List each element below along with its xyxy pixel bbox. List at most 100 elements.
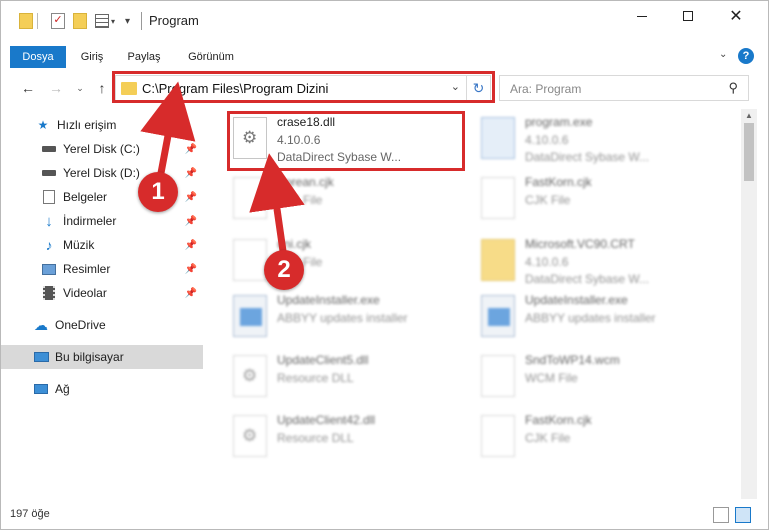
tiles-view-icon[interactable] <box>735 507 751 523</box>
close-button[interactable]: ✕ <box>713 1 759 31</box>
file-name: FastKorn.cjk <box>525 175 592 189</box>
properties-icon[interactable]: ✓ <box>51 12 65 30</box>
back-arrow-icon[interactable]: ← <box>19 79 37 97</box>
pin-icon[interactable]: 📌 <box>185 192 197 203</box>
tab-dosya[interactable]: Dosya <box>10 46 66 68</box>
cloud-icon: ☁ <box>34 316 48 333</box>
pin-icon[interactable]: 📌 <box>185 144 197 155</box>
expand-ribbon-icon[interactable]: ⌄ <box>719 49 727 60</box>
computer-icon <box>33 349 49 365</box>
folder-icon[interactable] <box>19 12 33 30</box>
pictures-icon <box>41 261 57 277</box>
exe-file-icon <box>481 117 515 159</box>
sidebar-item-label: Bu bilgisayar <box>55 350 124 364</box>
video-icon <box>41 285 57 301</box>
file-tile-vc90-crt[interactable]: Microsoft.VC90.CRT 4.10.0.6 DataDirect S… <box>477 233 717 293</box>
details-view-icon[interactable] <box>713 507 729 523</box>
star-icon: ★ <box>37 118 49 132</box>
minimize-button[interactable] <box>619 1 665 31</box>
file-name: UpdateInstaller.exe <box>525 293 628 307</box>
file-tile-fastkorn-cjk-2[interactable]: FastKorn.cjk CJK File <box>477 409 717 469</box>
file-icon <box>481 355 515 397</box>
sidebar-item-label: Belgeler <box>63 190 108 204</box>
file-name: uni.cjk <box>277 237 312 251</box>
sidebar-item-this-pc[interactable]: Bu bilgisayar <box>1 345 203 369</box>
file-name: program.exe <box>525 115 593 129</box>
customize-toolbar-icon[interactable]: ▾ <box>125 12 130 30</box>
file-tile-sndtowp14[interactable]: SndToWP14.wcm WCM File <box>477 349 717 409</box>
pin-icon[interactable]: 📌 <box>185 264 197 275</box>
sidebar-item-network[interactable]: Ağ <box>1 377 203 401</box>
installer-file-icon <box>233 295 267 337</box>
recent-locations-icon[interactable]: ⌄ <box>71 79 89 97</box>
pin-icon[interactable]: 📌 <box>185 216 197 227</box>
title-bar: ✓ ▾ ▾ Program ✕ <box>1 1 768 39</box>
file-tile-program-exe[interactable]: program.exe 4.10.0.6 DataDirect Sybase W… <box>477 111 717 171</box>
sidebar-item-music[interactable]: ♪ Müzik 📌 <box>1 233 203 257</box>
navigation-pane: ★ Hızlı erişim Yerel Disk (C:) 📌 Yerel D… <box>1 109 203 499</box>
manifest-file-icon <box>481 239 515 281</box>
explorer-window: ✓ ▾ ▾ Program ✕ Dosya Giriş Paylaş Görün… <box>0 0 769 530</box>
file-tile-updateclient42[interactable]: UpdateClient42.dll Resource DLL <box>229 409 469 469</box>
pin-icon[interactable]: 📌 <box>185 288 197 299</box>
file-tile-updateclient5[interactable]: UpdateClient5.dll Resource DLL <box>229 349 469 409</box>
close-icon: ✕ <box>729 8 743 25</box>
minimize-icon <box>637 15 647 17</box>
file-description: CJK File <box>277 193 323 207</box>
sidebar-item-onedrive[interactable]: ☁ OneDrive <box>1 313 203 337</box>
file-name: UpdateClient5.dll <box>277 353 369 367</box>
forward-arrow-icon[interactable]: → <box>47 79 65 97</box>
scroll-up-icon[interactable]: ▲ <box>741 109 757 123</box>
drive-icon <box>41 141 57 157</box>
up-arrow-icon[interactable]: ↑ <box>93 79 111 97</box>
vertical-scrollbar[interactable]: ▲ <box>741 109 757 499</box>
file-name: FastKorn.cjk <box>525 413 592 427</box>
sidebar-item-pictures[interactable]: Resimler 📌 <box>1 257 203 281</box>
qa-separator <box>37 12 38 30</box>
file-description: Resource DLL <box>277 431 354 445</box>
tab-gorunum[interactable]: Görünüm <box>181 46 241 68</box>
file-name: Korean.cjk <box>277 175 334 189</box>
file-version: 4.10.0.6 <box>525 133 569 147</box>
step-1-badge: 1 <box>138 172 178 212</box>
maximize-icon <box>683 11 693 21</box>
step-2-badge: 2 <box>264 250 304 290</box>
help-icon[interactable]: ? <box>738 48 754 64</box>
file-icon <box>233 239 267 281</box>
sidebar-item-label: Hızlı erişim <box>57 118 117 132</box>
file-name: Microsoft.VC90.CRT <box>525 237 635 251</box>
file-tile-fastkorn-cjk[interactable]: FastKorn.cjk CJK File <box>477 171 717 231</box>
sidebar-item-label: Videolar <box>63 286 107 300</box>
sidebar-item-downloads[interactable]: ↓ İndirmeler 📌 <box>1 209 203 233</box>
address-highlight <box>112 71 495 103</box>
sidebar-item-label: Müzik <box>63 238 95 252</box>
file-tile-korean-cjk[interactable]: Korean.cjk CJK File <box>229 171 469 231</box>
file-icon <box>233 177 267 219</box>
search-icon: ⚲ <box>728 80 738 95</box>
scrollbar-thumb[interactable] <box>744 123 754 181</box>
file-name: UpdateClient42.dll <box>277 413 376 427</box>
sidebar-item-label: OneDrive <box>55 318 106 332</box>
pin-icon[interactable]: 📌 <box>185 168 197 179</box>
search-box[interactable]: Ara: Program ⚲ <box>499 75 749 101</box>
sidebar-item-videos[interactable]: Videolar 📌 <box>1 281 203 305</box>
title-separator <box>141 12 142 30</box>
tab-giris[interactable]: Giriş <box>71 46 113 68</box>
file-tile-updateinstaller-1[interactable]: UpdateInstaller.exe ABBYY updates instal… <box>229 289 469 349</box>
documents-icon <box>41 189 57 205</box>
item-count: 197 öğe <box>10 508 50 520</box>
file-description: Resource DLL <box>277 371 354 385</box>
sidebar-item-quick-access[interactable]: ★ Hızlı erişim <box>1 113 203 137</box>
new-folder-icon[interactable] <box>73 12 87 30</box>
file-name: SndToWP14.wcm <box>525 353 620 367</box>
tab-paylas[interactable]: Paylaş <box>121 46 167 68</box>
sidebar-item-disk-c[interactable]: Yerel Disk (C:) 📌 <box>1 137 203 161</box>
file-tile-updateinstaller-2[interactable]: UpdateInstaller.exe ABBYY updates instal… <box>477 289 717 349</box>
maximize-button[interactable] <box>665 1 711 31</box>
sidebar-item-label: Resimler <box>63 262 111 276</box>
sidebar-item-label: Yerel Disk (D:) <box>63 166 140 180</box>
view-layout-icon[interactable]: ▾ <box>95 12 115 30</box>
file-description: DataDirect Sybase W... <box>525 150 650 164</box>
file-name: UpdateInstaller.exe <box>277 293 380 307</box>
pin-icon[interactable]: 📌 <box>185 240 197 251</box>
